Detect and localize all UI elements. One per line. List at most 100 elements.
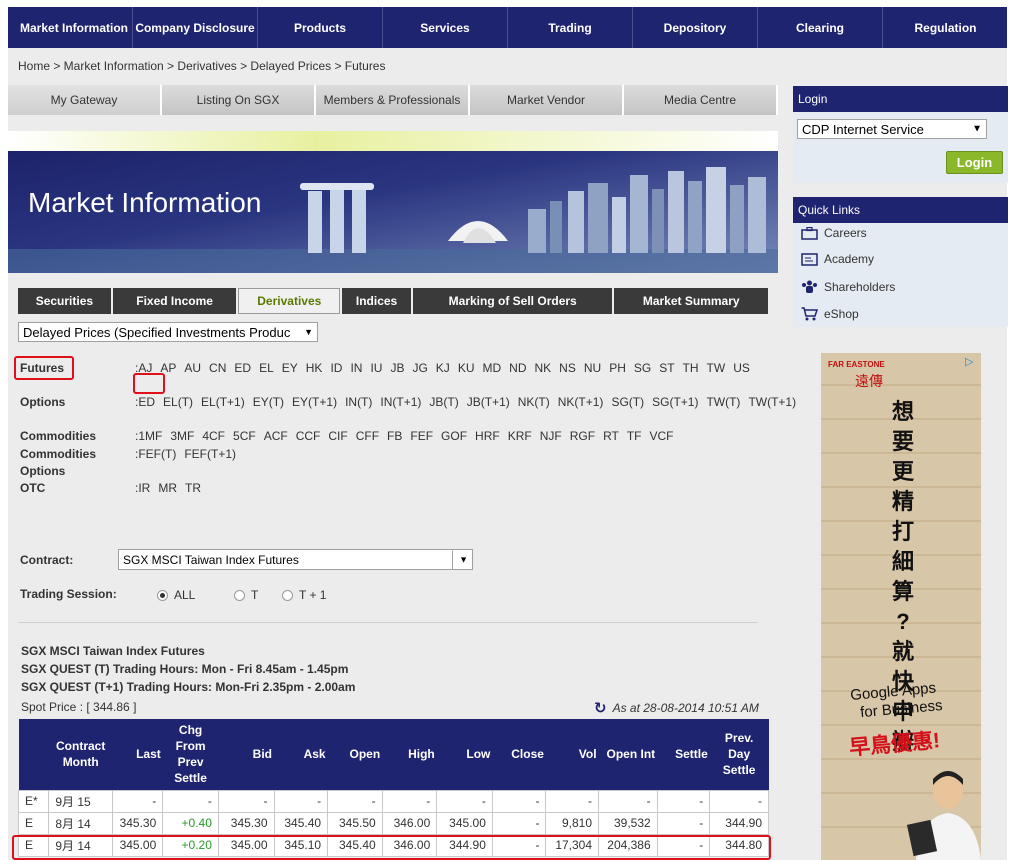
code-commodities-1mf[interactable]: 1MF <box>138 429 162 443</box>
code-futures-us[interactable]: US <box>733 361 750 375</box>
code-otc-ir[interactable]: IR <box>138 481 150 495</box>
code-futures-md[interactable]: MD <box>482 361 501 375</box>
code-commodities-rgf[interactable]: RGF <box>570 429 595 443</box>
code-futures-au[interactable]: AU <box>184 361 201 375</box>
nav-depository[interactable]: Depository <box>633 7 758 48</box>
login-button[interactable]: Login <box>946 151 1003 174</box>
code-commodities-hrf[interactable]: HRF <box>475 429 500 443</box>
code-futures-kj[interactable]: KJ <box>436 361 450 375</box>
code-commodities-options-feft[interactable]: FEF(T) <box>138 447 176 461</box>
code-futures-cn[interactable]: CN <box>209 361 226 375</box>
quicklink-shareholders[interactable]: Shareholders <box>801 280 895 294</box>
nav-market-information[interactable]: Market Information <box>8 7 133 48</box>
code-commodities-options-feft1[interactable]: FEF(T+1) <box>184 447 236 461</box>
subtab-my-gateway[interactable]: My Gateway <box>8 85 162 115</box>
code-commodities-tf[interactable]: TF <box>627 429 642 443</box>
code-futures-ey[interactable]: EY <box>282 361 298 375</box>
quicklink-careers[interactable]: Careers <box>801 226 867 240</box>
code-commodities-3mf[interactable]: 3MF <box>170 429 194 443</box>
code-commodities-fb[interactable]: FB <box>387 429 402 443</box>
code-commodities-gof[interactable]: GOF <box>441 429 467 443</box>
code-options-nkt1[interactable]: NK(T+1) <box>558 395 604 409</box>
code-otc-mr[interactable]: MR <box>158 481 177 495</box>
code-options-jbt[interactable]: JB(T) <box>429 395 458 409</box>
code-futures-el[interactable]: EL <box>259 361 274 375</box>
code-futures-id[interactable]: ID <box>330 361 342 375</box>
code-options-nkt[interactable]: NK(T) <box>518 395 550 409</box>
code-commodities-krf[interactable]: KRF <box>508 429 532 443</box>
nav-services[interactable]: Services <box>383 7 508 48</box>
code-futures-nd[interactable]: ND <box>509 361 526 375</box>
code-options-elt[interactable]: EL(T) <box>163 395 193 409</box>
code-futures-ku[interactable]: KU <box>458 361 475 375</box>
tab-marking-of-sell-orders[interactable]: Marking of Sell Orders <box>412 288 613 314</box>
code-futures-sg[interactable]: SG <box>634 361 651 375</box>
code-options-eyt1[interactable]: EY(T+1) <box>292 395 337 409</box>
subtab-market-vendor[interactable]: Market Vendor <box>470 85 624 115</box>
code-commodities-cif[interactable]: CIF <box>328 429 347 443</box>
ad-choices-icon[interactable]: ▷ <box>965 355 979 368</box>
code-futures-jg[interactable]: JG <box>412 361 427 375</box>
code-options-twt1[interactable]: TW(T+1) <box>748 395 796 409</box>
column-header: Low <box>436 719 493 790</box>
nav-trading[interactable]: Trading <box>508 7 633 48</box>
code-commodities-vcf[interactable]: VCF <box>650 429 674 443</box>
code-commodities-5cf[interactable]: 5CF <box>233 429 256 443</box>
code-options-jbt1[interactable]: JB(T+1) <box>467 395 510 409</box>
code-commodities-njf[interactable]: NJF <box>540 429 562 443</box>
code-options-eyt[interactable]: EY(T) <box>253 395 284 409</box>
code-futures-th[interactable]: TH <box>683 361 699 375</box>
tab-market-summary[interactable]: Market Summary <box>614 288 768 314</box>
code-commodities-ccf[interactable]: CCF <box>296 429 321 443</box>
quicklink-academy[interactable]: Academy <box>801 252 874 266</box>
session-radio-all[interactable]: ALL <box>157 588 195 602</box>
code-futures-ed[interactable]: ED <box>234 361 251 375</box>
code-options-elt1[interactable]: EL(T+1) <box>201 395 245 409</box>
code-options-int1[interactable]: IN(T+1) <box>380 395 421 409</box>
subtab-media-centre[interactable]: Media Centre <box>624 85 778 115</box>
session-radio-t[interactable]: T <box>234 588 258 602</box>
code-options-sgt1[interactable]: SG(T+1) <box>652 395 698 409</box>
session-radio-t1[interactable]: T + 1 <box>282 588 326 602</box>
tab-securities[interactable]: Securities <box>18 288 111 314</box>
nav-products[interactable]: Products <box>258 7 383 48</box>
code-options-ed[interactable]: ED <box>138 395 155 409</box>
code-futures-ph[interactable]: PH <box>609 361 626 375</box>
code-options-int[interactable]: IN(T) <box>345 395 372 409</box>
code-options-twt[interactable]: TW(T) <box>706 395 740 409</box>
page-type-select[interactable]: Delayed Prices (Specified Investments Pr… <box>18 322 318 342</box>
code-futures-nu[interactable]: NU <box>584 361 601 375</box>
code-futures-ns[interactable]: NS <box>559 361 576 375</box>
tab-derivatives[interactable]: Derivatives <box>238 288 341 314</box>
code-futures-in[interactable]: IN <box>350 361 362 375</box>
code-futures-iu[interactable]: IU <box>370 361 382 375</box>
login-service-select[interactable]: CDP Internet Service ▼ <box>797 119 987 139</box>
nav-clearing[interactable]: Clearing <box>758 7 883 48</box>
radio-icon[interactable] <box>282 589 293 601</box>
code-commodities-fef[interactable]: FEF <box>410 429 433 443</box>
code-futures-jb[interactable]: JB <box>390 361 404 375</box>
code-commodities-4cf[interactable]: 4CF <box>202 429 225 443</box>
nav-regulation[interactable]: Regulation <box>883 7 1008 48</box>
breadcrumb[interactable]: Home > Market Information > Derivatives … <box>18 59 385 73</box>
code-commodities-acf[interactable]: ACF <box>264 429 288 443</box>
subtab-listing-on-sgx[interactable]: Listing On SGX <box>162 85 316 115</box>
code-futures-st[interactable]: ST <box>659 361 674 375</box>
code-commodities-rt[interactable]: RT <box>603 429 619 443</box>
refresh-icon[interactable]: ↻ <box>594 699 607 717</box>
quicklink-eshop[interactable]: eShop <box>801 307 859 321</box>
code-commodities-cff[interactable]: CFF <box>356 429 379 443</box>
advertisement[interactable]: FAR EASTONE 遠傳 ▷ 想要更精打細算? 就快申辦 Google App… <box>821 353 981 860</box>
tab-fixed-income[interactable]: Fixed Income <box>112 288 237 314</box>
contract-select[interactable]: SGX MSCI Taiwan Index Futures ▼ <box>118 549 473 570</box>
code-options-sgt[interactable]: SG(T) <box>611 395 644 409</box>
code-futures-tw[interactable]: TW <box>707 361 726 375</box>
nav-company-disclosure[interactable]: Company Disclosure <box>133 7 258 48</box>
subtab-members-professionals[interactable]: Members & Professionals <box>316 85 470 115</box>
code-futures-hk[interactable]: HK <box>306 361 323 375</box>
tab-indices[interactable]: Indices <box>342 288 411 314</box>
code-otc-tr[interactable]: TR <box>185 481 201 495</box>
radio-icon[interactable] <box>234 589 245 601</box>
radio-selected-icon[interactable] <box>157 589 168 601</box>
code-futures-nk[interactable]: NK <box>535 361 552 375</box>
